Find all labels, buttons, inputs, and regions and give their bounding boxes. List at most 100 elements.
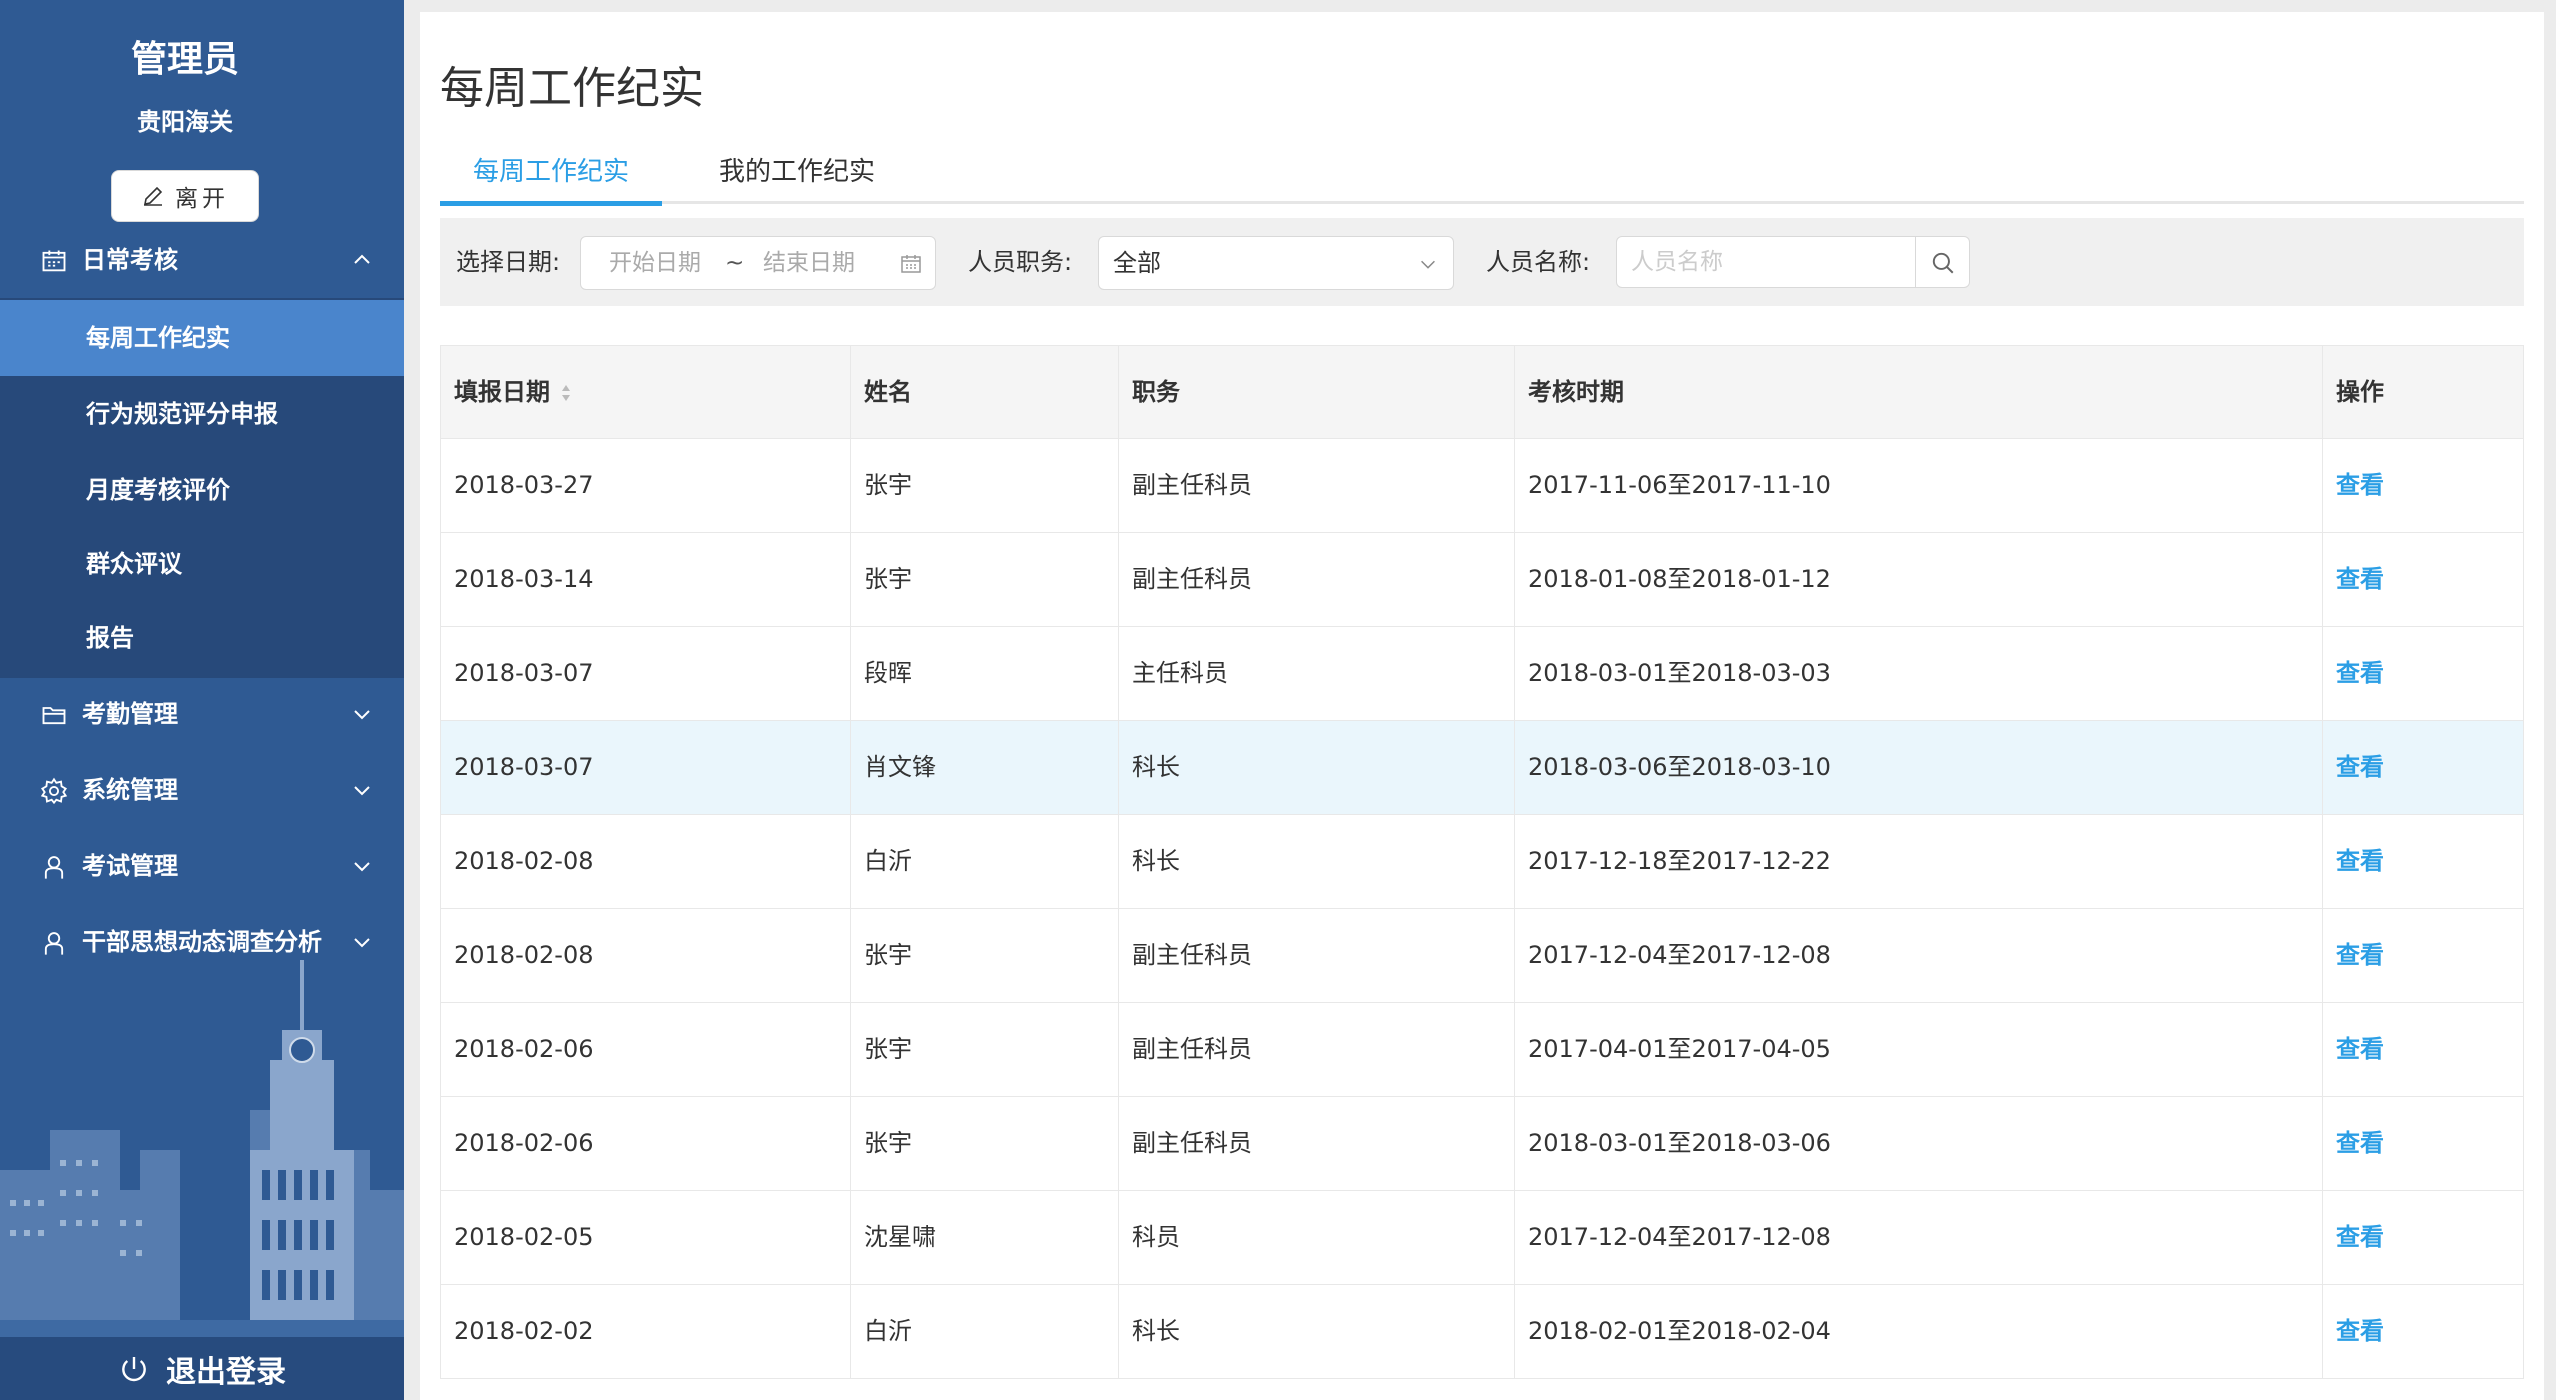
table-row: 2018-03-14 张宇 副主任科员 2018-01-08至2018-01-12 查看	[441, 532, 2523, 626]
menu-group-label: 系统管理	[82, 776, 178, 804]
table-header-row: 填报日期 姓名 职务 考核时期 操作	[441, 346, 2523, 438]
view-link[interactable]: 查看	[2336, 1317, 2384, 1345]
sidebar-item-monthly-evaluation[interactable]: 月度考核评价	[0, 452, 404, 528]
cell-position: 副主任科员	[1119, 439, 1515, 532]
cell-position: 副主任科员	[1119, 909, 1515, 1002]
column-header-fill-date[interactable]: 填报日期	[441, 346, 851, 438]
table-row: 2018-02-06 张宇 副主任科员 2017-04-01至2017-04-05 查看	[441, 1002, 2523, 1096]
sidebar-item-weekly-record[interactable]: 每周工作纪实	[0, 300, 404, 376]
search-icon	[1932, 252, 1954, 274]
cell-period: 2018-03-06至2018-03-10	[1515, 721, 2323, 814]
page-title: 每周工作纪实	[440, 63, 704, 114]
sidebar: 管理员 贵阳海关 离开 日常考核 每周工作纪实 行为规范评分申报 月度考核评价 …	[0, 0, 404, 1400]
cell-period: 2018-03-01至2018-03-03	[1515, 627, 2323, 720]
name-search-input[interactable]	[1616, 236, 1916, 288]
submenu-daily-assessment: 每周工作纪实 行为规范评分申报 月度考核评价 群众评议 报告	[0, 298, 404, 678]
view-link[interactable]: 查看	[2336, 941, 2384, 969]
tab-weekly-record[interactable]: 每周工作纪实	[440, 140, 662, 204]
view-link[interactable]: 查看	[2336, 1035, 2384, 1063]
cell-period: 2018-01-08至2018-01-12	[1515, 533, 2323, 626]
calendar-icon	[42, 250, 66, 272]
role-filter-label: 人员职务:	[968, 248, 1073, 276]
cell-fill-date: 2018-03-27	[441, 439, 851, 532]
cell-period: 2017-12-04至2017-12-08	[1515, 909, 2323, 1002]
table-row: 2018-03-07 段晖 主任科员 2018-03-01至2018-03-03 查看	[441, 626, 2523, 720]
chevron-down-icon	[1421, 260, 1435, 269]
column-header-period: 考核时期	[1515, 346, 2323, 438]
role-select-value: 全部	[1113, 249, 1161, 277]
table-row: 2018-03-07 肖文锋 科长 2018-03-06至2018-03-10 查看	[441, 720, 2523, 814]
cell-fill-date: 2018-02-02	[441, 1285, 851, 1378]
view-link[interactable]: 查看	[2336, 753, 2384, 781]
cell-period: 2018-02-01至2018-02-04	[1515, 1285, 2323, 1378]
end-date-placeholder[interactable]: 结束日期	[763, 237, 855, 289]
cell-name: 沈星啸	[851, 1191, 1119, 1284]
view-link[interactable]: 查看	[2336, 471, 2384, 499]
view-link[interactable]: 查看	[2336, 659, 2384, 687]
role-select[interactable]: 全部	[1098, 236, 1454, 290]
column-header-position: 职务	[1119, 346, 1515, 438]
cell-action: 查看	[2323, 1003, 2523, 1096]
menu-group-label: 日常考核	[82, 246, 178, 274]
menu-group-daily-assessment[interactable]: 日常考核	[0, 222, 404, 298]
logout-button[interactable]: 退出登录	[0, 1337, 404, 1400]
cell-name: 张宇	[851, 1003, 1119, 1096]
cell-action: 查看	[2323, 627, 2523, 720]
cell-period: 2018-03-01至2018-03-06	[1515, 1097, 2323, 1190]
sidebar-item-public-review[interactable]: 群众评议	[0, 526, 404, 602]
active-tab-indicator	[440, 201, 662, 206]
cell-action: 查看	[2323, 1191, 2523, 1284]
view-link[interactable]: 查看	[2336, 1223, 2384, 1251]
gear-icon	[40, 777, 68, 805]
column-header-action: 操作	[2336, 378, 2384, 406]
table-row: 2018-02-08 张宇 副主任科员 2017-12-04至2017-12-08 查看	[441, 908, 2523, 1002]
cell-position: 副主任科员	[1119, 1003, 1515, 1096]
cell-name: 肖文锋	[851, 721, 1119, 814]
folder-icon	[42, 707, 66, 725]
main-panel: 每周工作纪实 每周工作纪实 我的工作纪实 选择日期: 开始日期 ~ 结束日期 人…	[420, 12, 2544, 1400]
search-button[interactable]	[1916, 236, 1970, 288]
sort-icon[interactable]	[560, 382, 572, 404]
cell-action: 查看	[2323, 533, 2523, 626]
cell-period: 2017-12-18至2017-12-22	[1515, 815, 2323, 908]
pencil-icon	[143, 186, 163, 206]
tab-my-record[interactable]: 我的工作纪实	[686, 140, 908, 204]
table-row: 2018-02-08 白沂 科长 2017-12-18至2017-12-22 查看	[441, 814, 2523, 908]
cell-period: 2017-11-06至2017-11-10	[1515, 439, 2323, 532]
cell-fill-date: 2018-03-07	[441, 627, 851, 720]
cell-name: 张宇	[851, 439, 1119, 532]
cell-fill-date: 2018-02-06	[441, 1097, 851, 1190]
cell-action: 查看	[2323, 1097, 2523, 1190]
date-filter-label: 选择日期:	[456, 248, 561, 276]
user-icon	[44, 856, 64, 879]
cell-fill-date: 2018-02-08	[441, 909, 851, 1002]
chevron-down-icon	[354, 710, 370, 720]
view-link[interactable]: 查看	[2336, 1129, 2384, 1157]
view-link[interactable]: 查看	[2336, 565, 2384, 593]
cell-fill-date: 2018-02-08	[441, 815, 851, 908]
cell-period: 2017-12-04至2017-12-08	[1515, 1191, 2323, 1284]
start-date-placeholder[interactable]: 开始日期	[609, 237, 701, 289]
view-link[interactable]: 查看	[2336, 847, 2384, 875]
table-body: 2018-03-27 张宇 副主任科员 2017-11-06至2017-11-10 查看…	[441, 438, 2523, 1378]
power-icon	[122, 1356, 146, 1381]
cell-position: 主任科员	[1119, 627, 1515, 720]
sidebar-item-behavior-score[interactable]: 行为规范评分申报	[0, 376, 404, 452]
menu-group-label: 考试管理	[82, 852, 178, 880]
chevron-down-icon	[354, 862, 370, 872]
cell-fill-date: 2018-02-06	[441, 1003, 851, 1096]
column-header-label: 填报日期	[454, 378, 550, 406]
menu-group-exam[interactable]: 考试管理	[0, 828, 404, 904]
leave-button-label: 离开	[175, 186, 229, 212]
cell-action: 查看	[2323, 909, 2523, 1002]
date-range-picker[interactable]: 开始日期 ~ 结束日期	[580, 236, 936, 290]
table-row: 2018-02-02 白沂 科长 2018-02-01至2018-02-04 查看	[441, 1284, 2523, 1378]
cell-period: 2017-04-01至2017-04-05	[1515, 1003, 2323, 1096]
leave-button[interactable]: 离开	[111, 170, 259, 222]
user-role-title: 管理员	[130, 39, 239, 80]
menu-group-system[interactable]: 系统管理	[0, 752, 404, 828]
cell-action: 查看	[2323, 439, 2523, 532]
sidebar-item-report[interactable]: 报告	[0, 600, 404, 676]
cell-fill-date: 2018-03-07	[441, 721, 851, 814]
menu-group-attendance[interactable]: 考勤管理	[0, 676, 404, 752]
